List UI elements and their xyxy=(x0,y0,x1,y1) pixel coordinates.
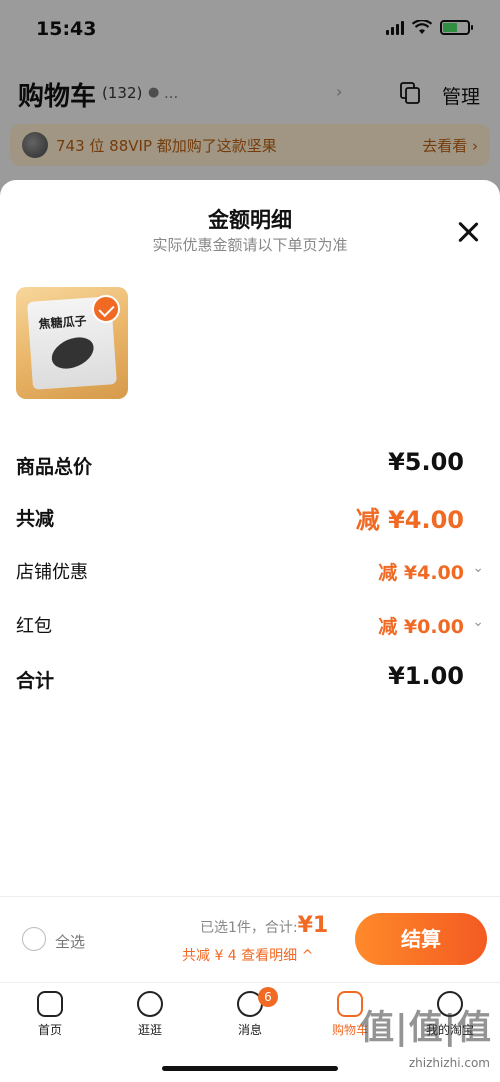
row-value: ¥5.00 xyxy=(388,448,464,476)
dim-overlay[interactable] xyxy=(0,0,500,200)
tab-browse[interactable]: 逛逛 xyxy=(110,991,190,1038)
product-title: 焦糖瓜子 xyxy=(38,313,88,332)
row-value: ¥1.00 xyxy=(388,662,464,690)
sheet-subtitle: 实际优惠金额请以下单页为准 xyxy=(152,236,348,254)
checkout-bar: 全选 已选1件，合计:¥1 共减 ¥ 4 查看明细 ^ 结算 xyxy=(0,896,500,982)
browse-icon xyxy=(137,991,163,1017)
row-total-price: 商品总价 ¥5.00 xyxy=(16,448,484,482)
watermark-logo: 值|值|值 xyxy=(360,1008,492,1048)
row-label: 共减 xyxy=(16,508,55,530)
row-value: 减 ¥0.00 xyxy=(378,616,464,638)
home-icon xyxy=(37,991,63,1017)
amount-detail-sheet: 金额明细 实际优惠金额请以下单页为准 焦糖瓜子 商品总价 ¥5.00 共减 减 … xyxy=(0,180,500,896)
message-badge: 6 xyxy=(258,987,278,1007)
checkmark-icon xyxy=(92,295,120,323)
view-detail-link[interactable]: 共减 ¥ 4 查看明细 ^ xyxy=(182,945,313,965)
product-image[interactable]: 焦糖瓜子 xyxy=(16,287,128,399)
watermark-url: zhizhizhi.com xyxy=(408,1056,490,1070)
home-indicator xyxy=(162,1066,338,1071)
select-all-label[interactable]: 全选 xyxy=(55,931,85,952)
select-all-radio[interactable] xyxy=(22,927,46,951)
chevron-down-icon[interactable]: ⌄ xyxy=(472,614,484,630)
row-value: 减 ¥4.00 xyxy=(378,562,464,584)
checkout-button[interactable]: 结算 xyxy=(355,913,487,965)
row-label: 合计 xyxy=(16,670,55,692)
row-red-packet[interactable]: 红包 减 ¥0.00 ⌄ xyxy=(16,608,484,642)
tab-messages[interactable]: 6 消息 xyxy=(210,987,290,1038)
tab-label: 首页 xyxy=(37,1023,62,1037)
tab-label: 逛逛 xyxy=(137,1023,162,1037)
cart-icon xyxy=(337,991,363,1017)
total-amount: ¥1 xyxy=(297,913,329,938)
summary-text: 已选1件，合计: xyxy=(200,920,298,936)
row-shop-discount[interactable]: 店铺优惠 减 ¥4.00 ⌄ xyxy=(16,554,484,588)
row-label: 商品总价 xyxy=(16,456,93,478)
tab-home[interactable]: 首页 xyxy=(10,991,90,1038)
row-total-discount: 共减 减 ¥4.00 xyxy=(16,500,484,534)
selected-summary: 已选1件，合计:¥1 xyxy=(200,913,328,938)
row-sum: 合计 ¥1.00 xyxy=(16,662,484,696)
tab-label: 消息 xyxy=(237,1023,262,1037)
chevron-down-icon[interactable]: ⌄ xyxy=(472,560,484,576)
sheet-title: 金额明细 xyxy=(208,208,292,232)
seed-illustration xyxy=(46,331,99,375)
row-label: 红包 xyxy=(16,616,52,637)
close-icon[interactable] xyxy=(454,218,482,246)
row-label: 店铺优惠 xyxy=(16,562,88,583)
row-value: 减 ¥4.00 xyxy=(355,506,464,534)
